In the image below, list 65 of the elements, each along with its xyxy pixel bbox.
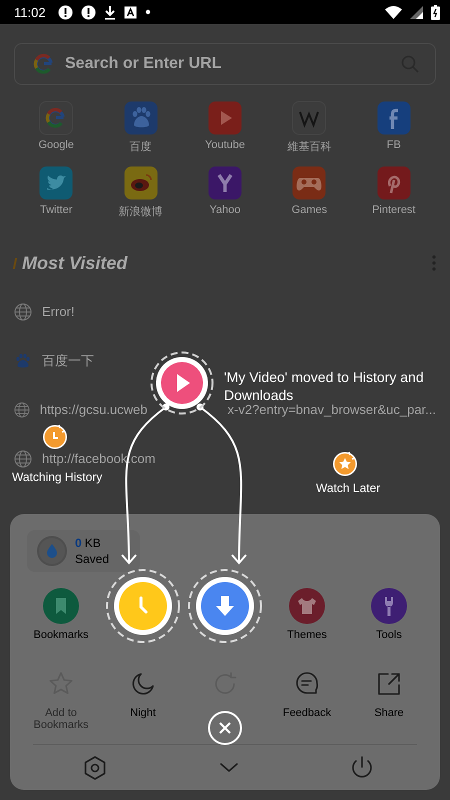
drop-icon [37,536,67,566]
visited-title[interactable]: Error! [42,304,74,319]
shortcut-label: Google [38,139,74,151]
g-logo-icon[interactable] [39,101,74,135]
menu-label: Themes [287,629,327,641]
visited-title[interactable]: 百度一下 [42,352,94,370]
p-letter-icon[interactable] [376,166,411,200]
gamepad-icon[interactable] [292,166,326,200]
saved-unit: KB [84,536,101,550]
highlighted-download-icon[interactable] [187,568,263,644]
shortcut-label: Yahoo [209,204,240,216]
f-letter-icon[interactable] [376,101,411,135]
menu-label: Feedback [282,707,332,719]
paw-icon [14,352,32,370]
shortcut-label: Youtube [205,139,245,151]
close-icon [217,720,233,736]
marker-label: Watching History [12,470,102,484]
tutorial-message: 'My Video' moved to History and Downloads [224,368,425,404]
menu-label: Night [130,707,156,719]
section-title: Most Visited [22,252,129,274]
globe-icon [14,450,32,468]
shortcut-label: 維基百科 [287,140,332,154]
play-icon [150,351,214,415]
text-box-icon [124,6,137,18]
globe-icon [14,400,30,418]
battery-icon [431,4,440,20]
alert-icon [80,4,96,20]
globe-icon [14,302,32,320]
shortcut-label: 百度 [130,140,152,154]
shortcut-label: Pinterest [372,204,416,216]
dot-icon [144,9,151,15]
menu-label: Share [374,707,404,719]
wrench-icon[interactable] [371,588,407,624]
shortcut-label: Twitter [40,204,72,216]
download-icon [104,4,116,20]
accent-mark [12,258,18,268]
search-field[interactable]: Search or Enter URL [14,43,436,85]
menu-label: Add to Bookmarks [32,707,90,731]
shortcut-label: 新浪微博 [118,204,163,219]
visited-title[interactable]: https://gcsu.ucweb [40,402,148,417]
wifi-icon [385,6,402,18]
menu-label: Bookmarks [33,629,89,641]
saved-amount: 0 [75,536,82,550]
shortcut-label: Games [292,204,328,216]
alert-icon [58,4,73,20]
saved-label: Saved [75,552,110,566]
clock-icon [41,422,69,450]
y-letter-icon[interactable] [208,166,242,200]
paw-icon[interactable] [124,101,158,135]
shortcut-label: FB [386,139,401,151]
eye-icon[interactable] [124,166,158,200]
data-saved-card[interactable]: 0 KB Saved [27,530,140,572]
bookmark-icon[interactable] [43,588,79,624]
status-time: 11:02 [14,4,46,20]
search-placeholder: Search or Enter URL [65,55,222,73]
bird-icon[interactable] [39,166,74,200]
visited-title[interactable]: x-v2?entry=bnav_browser&uc_par... [228,402,436,417]
menu-label: Tools [376,629,402,641]
highlighted-clock-icon[interactable] [105,568,181,644]
close-button[interactable] [208,711,242,745]
play-icon[interactable] [208,101,242,135]
w-letter-icon[interactable] [292,101,326,135]
marker-label: Watch Later [316,481,380,495]
signal-icon [410,6,423,18]
shirt-icon[interactable] [289,588,325,624]
